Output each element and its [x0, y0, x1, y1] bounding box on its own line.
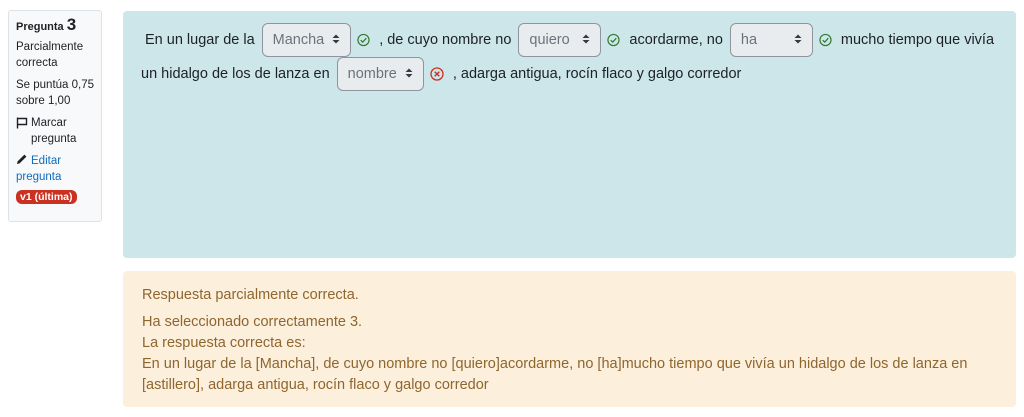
question-text-segment: En un lugar de la [145, 32, 255, 48]
question-text-segment: , adarga antigua, rocín flaco y galgo co… [452, 66, 742, 82]
version-badge: v1 (última) [16, 190, 77, 204]
select-arrows-icon [332, 34, 340, 47]
correct-check-icon [819, 33, 832, 47]
feedback-summary: Respuesta parcialmente correcta. [142, 287, 359, 303]
correct-check-icon [607, 33, 621, 47]
gap-select-3[interactable]: ha [729, 23, 813, 57]
question-text-segment: un hidalgo de los de lanza en [141, 66, 330, 82]
pencil-icon [17, 154, 27, 164]
correct-check-icon [357, 33, 370, 47]
incorrect-cross-icon [430, 67, 444, 81]
select-arrows-icon [405, 68, 413, 81]
feedback-selected: Ha seleccionado correctamente 3. [142, 314, 363, 330]
select-arrows-icon [794, 34, 802, 47]
question-text-area: En un lugar de la Mancha , de cuyo nombr… [123, 11, 1016, 258]
question-text-segment: acordarme, no [629, 32, 723, 48]
edit-question-link[interactable]: Editar pregunta [16, 153, 94, 185]
gap-select-value: ha [740, 32, 758, 48]
question-grade: Se puntúa 0,75 sobre 1,00 [16, 79, 95, 107]
question-line-1: En un lugar de la Mancha , de cuyo nombr… [141, 23, 998, 57]
right-answer-label: La respuesta correcta es: [142, 335, 306, 351]
right-answer-line-1: En un lugar de la [Mancha], de cuyo nomb… [142, 356, 968, 372]
feedback-panel: Respuesta parcialmente correcta. Ha sele… [123, 271, 1016, 407]
question-number: Pregunta 3 [16, 15, 94, 35]
right-answer-line-2: [astillero], adarga antigua, rocín flaco… [142, 377, 489, 393]
flag-question-label: Marcar pregunta [31, 117, 77, 145]
gap-select-1[interactable]: Mancha [261, 23, 352, 57]
question-number-value: 3 [66, 15, 77, 34]
question-text-segment: , de cuyo nombre no [379, 32, 512, 48]
question-state: Parcialmente correcta [16, 41, 84, 69]
question-label: Pregunta [16, 21, 64, 33]
gap-select-value: nombre [347, 66, 397, 82]
question-line-2: un hidalgo de los de lanza en nombre , a… [141, 57, 998, 91]
gap-select-value: quiero [529, 32, 570, 48]
gap-select-2[interactable]: quiero [518, 23, 602, 57]
gap-select-4[interactable]: nombre [336, 57, 424, 91]
question-info-panel: Pregunta 3 Parcialmente correcta Se punt… [8, 10, 102, 222]
flag-icon [16, 117, 28, 129]
question-text-segment: mucho tiempo que vivía [840, 32, 995, 48]
gap-select-value: Mancha [272, 32, 325, 48]
flag-question-link[interactable]: Marcar pregunta [16, 115, 94, 147]
select-arrows-icon [582, 34, 590, 47]
